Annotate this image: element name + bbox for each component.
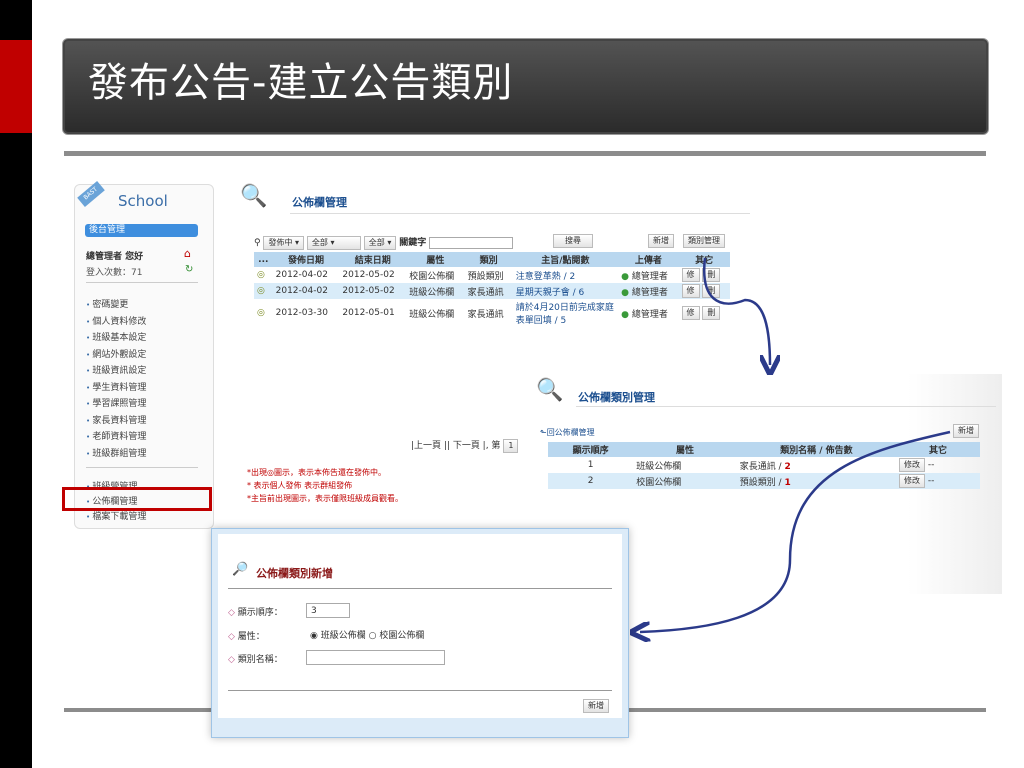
radio-campus-label: 校園公佈欄 — [379, 631, 425, 641]
radio-campus[interactable]: ○ — [369, 631, 377, 641]
name-label: ◇ 類別名稱： — [228, 655, 283, 665]
arrow-to-form — [640, 430, 951, 632]
form-search-icon: 🔎 — [232, 562, 249, 577]
radio-class[interactable]: ◉ — [310, 631, 318, 641]
form-submit-button[interactable]: 新增 — [583, 699, 609, 713]
attr-label: ◇ 屬性： — [228, 632, 265, 642]
attr-options: ◉ 班級公佈欄 ○ 校園公佈欄 — [310, 628, 424, 641]
name-input[interactable] — [306, 650, 445, 665]
radio-class-label: 班級公佈欄 — [320, 631, 366, 641]
divider — [228, 588, 612, 589]
order-label: ◇ 顯示順序： — [228, 608, 283, 618]
order-input[interactable]: 3 — [306, 603, 350, 618]
form-title: 公佈欄類別新增 — [256, 567, 333, 580]
arrow-to-catmgr — [702, 257, 770, 365]
divider — [228, 690, 612, 691]
